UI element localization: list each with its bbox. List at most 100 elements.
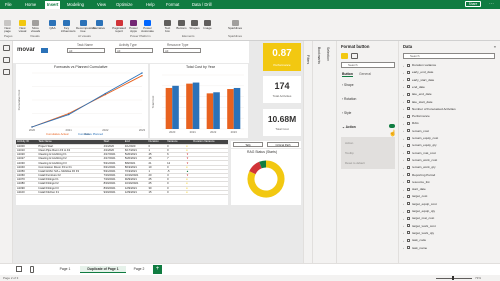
format-search-input[interactable]: Search bbox=[341, 62, 395, 68]
tab-tally[interactable]: Tally bbox=[233, 142, 263, 147]
field-item[interactable]: Duration variance bbox=[412, 63, 436, 67]
field-checkbox[interactable] bbox=[407, 187, 410, 191]
field-item[interactable]: target_mat_cost bbox=[412, 216, 434, 220]
decomposition-tree-button[interactable]: Decomposition tree bbox=[76, 20, 96, 34]
field-checkbox[interactable] bbox=[407, 238, 410, 242]
field-item[interactable]: remain_work_qty bbox=[412, 165, 436, 169]
menu-data-drill[interactable]: Data / Drill bbox=[192, 2, 212, 7]
power-automate-button[interactable]: Power Automate bbox=[141, 20, 154, 34]
field-checkbox[interactable] bbox=[407, 92, 410, 96]
zoom-slider-thumb[interactable] bbox=[452, 276, 454, 280]
field-checkbox[interactable] bbox=[407, 121, 410, 125]
field-checkbox[interactable] bbox=[407, 151, 410, 155]
menu-format[interactable]: Format bbox=[166, 2, 179, 7]
zoom-slider[interactable] bbox=[436, 277, 472, 279]
field-item[interactable]: task_code bbox=[412, 238, 426, 242]
slicer-resource-type[interactable]: All bbox=[163, 48, 201, 53]
menu-insert[interactable]: Insert bbox=[45, 1, 61, 9]
section-rotation[interactable]: › Rotation bbox=[342, 97, 356, 101]
field-checkbox[interactable] bbox=[407, 180, 410, 184]
paginated-report-button[interactable]: Paginated report bbox=[112, 20, 126, 34]
bookmarks-pane-collapsed[interactable]: Bookmarks Selection bbox=[312, 41, 336, 263]
field-item[interactable]: late_end_date bbox=[412, 92, 432, 96]
table-row[interactable]: A1100 Install Kitchen F1 9/19/2021 12/9/202… bbox=[16, 190, 228, 195]
format-tab-general[interactable]: General bbox=[359, 72, 371, 76]
action-item[interactable]: Action bbox=[345, 141, 353, 145]
section-style[interactable]: › Style bbox=[342, 111, 351, 115]
field-item[interactable]: remain_equip_qty bbox=[412, 143, 437, 147]
add-page-button[interactable]: + bbox=[153, 265, 162, 274]
slicer-activity-type[interactable]: All bbox=[115, 48, 153, 53]
field-item[interactable]: target_cost bbox=[412, 194, 427, 198]
mobile-layout-icon[interactable] bbox=[30, 266, 34, 273]
line-chart-card[interactable]: Forecasts vs Planned Cumulative 2020 2021… bbox=[16, 64, 148, 138]
field-item[interactable]: late_start_date bbox=[412, 100, 432, 104]
narrative-button[interactable]: Narrative bbox=[92, 20, 106, 30]
bar-chart-card[interactable]: Total Cost by Year 2020 2021 2022 2023 Total… bbox=[150, 64, 248, 138]
more-options-icon[interactable]: ⋯ bbox=[489, 1, 494, 7]
image-button[interactable]: Image bbox=[202, 20, 213, 30]
kpi-total-activities[interactable]: 174 Total Activities bbox=[263, 76, 301, 103]
field-item[interactable]: remain_mat_cost bbox=[412, 151, 436, 155]
field-checkbox[interactable] bbox=[407, 85, 410, 89]
action-toggle[interactable] bbox=[389, 124, 395, 128]
field-item[interactable]: remain_cost bbox=[412, 129, 429, 133]
field-item[interactable]: early_start_date bbox=[412, 78, 434, 82]
field-item[interactable]: Reporting Period bbox=[412, 173, 435, 177]
field-item[interactable]: RAG bbox=[412, 121, 419, 125]
format-tab-button[interactable]: Button bbox=[342, 72, 353, 77]
activity-table-card[interactable]: Activity ID Task Name Start End Duration… bbox=[16, 140, 228, 205]
field-item[interactable]: target_work_qty bbox=[412, 231, 434, 235]
field-checkbox[interactable] bbox=[407, 231, 410, 235]
sparklines-button[interactable]: Sparklines bbox=[228, 20, 242, 30]
field-checkbox[interactable] bbox=[407, 158, 410, 162]
field-checkbox[interactable] bbox=[407, 202, 410, 206]
field-item[interactable]: Number of Forecasted Activities bbox=[412, 107, 456, 111]
donut-chart-card[interactable]: RAG Status (Starts) bbox=[231, 149, 301, 205]
new-page-button[interactable]: New page bbox=[2, 20, 13, 34]
field-checkbox[interactable] bbox=[407, 107, 410, 111]
reset-default-link[interactable]: Reset to default bbox=[345, 161, 365, 165]
text-box-button[interactable]: Text box bbox=[162, 20, 173, 34]
field-checkbox[interactable] bbox=[407, 114, 410, 118]
field-item[interactable]: remain_equip_cost bbox=[412, 136, 438, 140]
menu-optimize[interactable]: Optimize bbox=[116, 2, 133, 7]
field-item[interactable]: resource_list bbox=[412, 180, 430, 184]
menu-help[interactable]: Help bbox=[146, 2, 155, 7]
field-item[interactable]: Performance bbox=[412, 114, 430, 118]
field-item[interactable]: target_work_cost bbox=[412, 224, 436, 228]
field-item[interactable]: target_equip_qty bbox=[412, 209, 435, 213]
menu-view[interactable]: View bbox=[97, 2, 106, 7]
page-tab-page1[interactable]: Page 1 bbox=[54, 266, 76, 273]
menu-modeling[interactable]: Modeling bbox=[67, 2, 84, 7]
page-tab-page2[interactable]: Page 2 bbox=[128, 266, 150, 273]
tooltip-item[interactable]: Tooltip bbox=[345, 151, 354, 155]
share-button[interactable]: Share bbox=[465, 1, 481, 7]
report-canvas[interactable]: movar Task Name All Activity Type All Re… bbox=[13, 41, 303, 263]
field-checkbox[interactable] bbox=[407, 165, 410, 169]
section-action[interactable]: ⌄ Action bbox=[342, 125, 356, 129]
slicer-task-name[interactable]: All bbox=[67, 48, 105, 53]
table-view-icon[interactable] bbox=[3, 57, 10, 63]
field-item[interactable]: early_end_date bbox=[412, 70, 433, 74]
general-format-icon[interactable] bbox=[351, 53, 358, 59]
field-item[interactable]: start_date bbox=[412, 187, 426, 191]
field-item[interactable]: end_date bbox=[412, 85, 425, 89]
field-checkbox[interactable] bbox=[407, 129, 410, 133]
field-item[interactable]: task_name bbox=[412, 246, 427, 250]
field-checkbox[interactable] bbox=[407, 63, 410, 67]
menu-home[interactable]: Home bbox=[25, 2, 36, 7]
field-checkbox[interactable] bbox=[407, 194, 410, 198]
power-apps-button[interactable]: Power Apps bbox=[128, 20, 139, 34]
new-visual-button[interactable]: New visual bbox=[17, 20, 28, 34]
key-influencers-button[interactable]: Key influencers bbox=[61, 20, 76, 34]
field-checkbox[interactable] bbox=[407, 209, 410, 213]
kpi-total-cost[interactable]: 10.68M Total Cost bbox=[263, 109, 301, 136]
field-checkbox[interactable] bbox=[407, 136, 410, 140]
collapse-pane-icon[interactable]: » bbox=[494, 44, 496, 49]
field-checkbox[interactable] bbox=[407, 100, 410, 103]
buttons-button[interactable]: Buttons bbox=[176, 20, 187, 30]
field-checkbox[interactable] bbox=[407, 70, 410, 74]
field-checkbox[interactable] bbox=[407, 143, 410, 147]
shapes-button[interactable]: Shapes bbox=[189, 20, 200, 30]
